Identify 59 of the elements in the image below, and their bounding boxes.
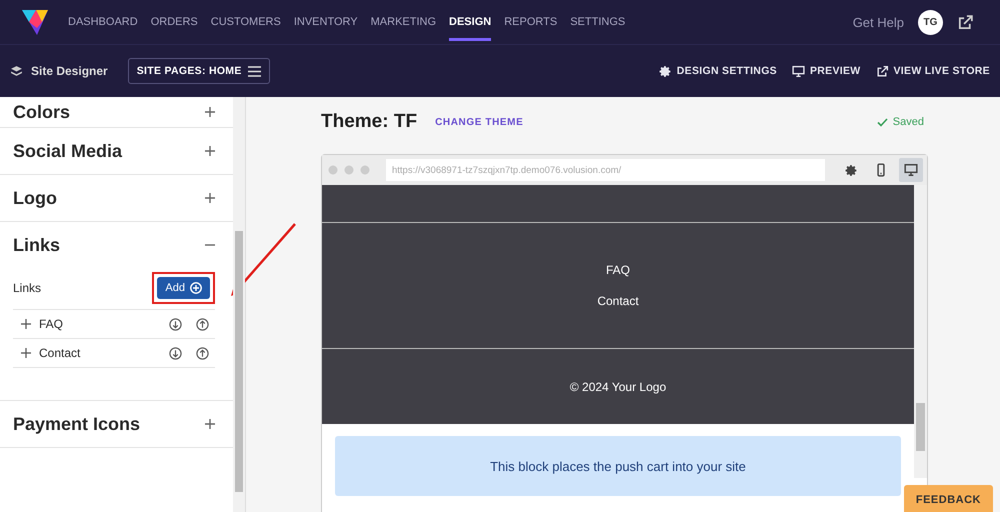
move-up-icon[interactable] [196,318,209,330]
saved-status: Saved [876,116,924,128]
nav-tab[interactable]: REPORTS [504,0,558,44]
monitor-icon [904,163,918,177]
external-link-icon [876,64,888,78]
monitor-icon [792,64,805,78]
footer-link[interactable]: FAQ [606,263,630,277]
external-link-icon[interactable] [957,14,974,30]
gear-icon [658,64,672,78]
scrollbar[interactable] [233,97,245,512]
plus-icon[interactable] [205,146,215,156]
nav-tab[interactable]: ORDERS [150,0,198,44]
nav-tab[interactable]: CUSTOMERS [210,0,281,44]
phone-icon [876,163,886,177]
check-icon [876,118,888,126]
move-down-icon[interactable] [169,346,182,360]
plus-circle-icon [190,282,202,294]
user-avatar[interactable]: TG [918,10,943,34]
help-link[interactable]: Get Help [852,14,904,30]
link-item[interactable]: Contact [39,346,163,360]
nav-tab[interactable]: SETTINGS [570,0,626,44]
section-title[interactable]: Links [13,234,60,256]
nav-tab[interactable]: MARKETING [370,0,436,44]
site-pages-button[interactable]: SITE PAGES: HOME [128,58,270,84]
layers-icon [10,64,23,78]
logo-icon[interactable] [20,7,50,37]
section-title[interactable]: Colors [13,102,70,122]
copyright-text: © 2024 Your Logo [570,380,666,394]
window-dots-icon [328,165,370,175]
link-item[interactable]: FAQ [39,317,163,331]
cart-block: This block places the push cart into your site [335,436,901,496]
toolbar-link[interactable]: DESIGN SETTINGS [658,64,777,78]
section-title[interactable]: Payment Icons [13,414,140,434]
add-button[interactable]: Add [157,277,210,299]
section-title[interactable]: Social Media [13,140,122,162]
minus-icon[interactable] [205,244,215,246]
nav-tab[interactable]: INVENTORY [294,0,358,44]
feedback-button[interactable]: FEEDBACK [904,485,993,512]
nav-tab[interactable]: DESIGN [449,0,492,44]
toolbar-link[interactable]: PREVIEW [792,64,860,78]
menu-icon [248,66,261,76]
footer-link[interactable]: Contact [597,294,639,308]
page-title: Site Designer [31,64,108,78]
change-theme-link[interactable]: CHANGE THEME [435,116,524,128]
plus-icon[interactable] [205,193,215,203]
gear-icon [844,164,858,176]
plus-icon[interactable] [205,419,215,429]
scrollbar[interactable] [914,185,927,478]
plus-icon[interactable] [21,348,31,358]
plus-icon[interactable] [21,319,31,329]
move-up-icon[interactable] [196,346,209,360]
plus-icon[interactable] [205,107,215,117]
nav-tab[interactable]: DASHBOARD [68,0,138,44]
section-title[interactable]: Logo [13,188,57,208]
preview-tool[interactable] [899,158,923,182]
move-down-icon[interactable] [169,318,182,330]
toolbar-link[interactable]: VIEW LIVE STORE [876,64,990,78]
theme-title: Theme: TF [321,111,418,133]
list-label: Links [13,281,42,295]
